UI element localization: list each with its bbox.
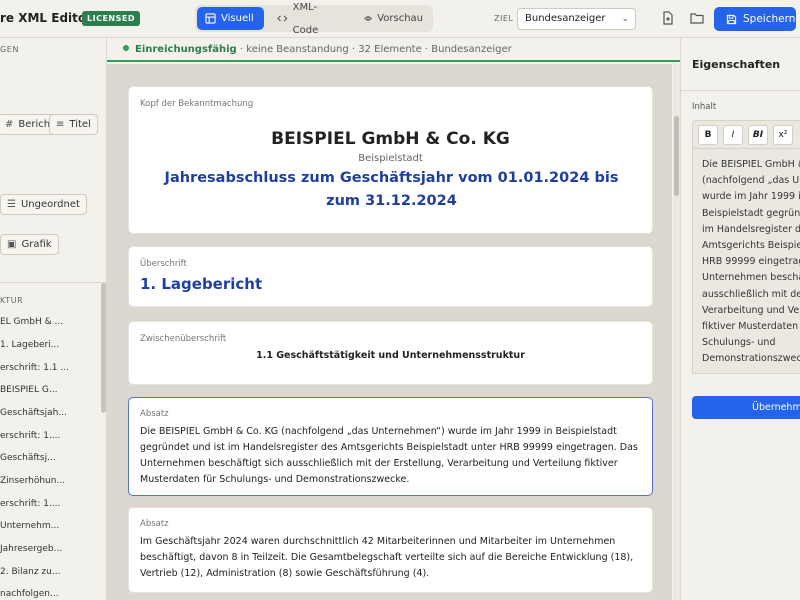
mode-xml-button[interactable]: XML-Code [269, 2, 349, 36]
subheading-text: 1.1 Geschäftstätigkeit und Unternehmenss… [256, 350, 525, 361]
tree-item[interactable]: Geschäftsjah... [0, 408, 100, 418]
tree-item[interactable]: 2. Bilanz zu... [0, 567, 100, 577]
new-file-icon[interactable] [660, 10, 676, 26]
company-city: Beispielstadt [358, 153, 423, 164]
add-graphic-button[interactable]: ▣ Grafik [0, 234, 59, 255]
paragraph-block-selected[interactable]: Absatz Die BEISPIEL GmbH & Co. KG (nachf… [128, 397, 653, 496]
add-unordered-list-label: Ungeordnet [20, 199, 80, 210]
editor-line: Beispielstadt gegrün [702, 207, 800, 219]
mode-preview-button[interactable]: Vorschau [356, 7, 431, 30]
open-folder-icon[interactable] [689, 10, 705, 26]
save-icon [726, 14, 737, 24]
editor-line: Schulungs- und [702, 337, 776, 349]
properties-divider [681, 90, 800, 91]
tree-item[interactable]: Jahresergeb... [0, 544, 100, 554]
tree-item[interactable]: erschrift: 1.1 ... [0, 363, 100, 373]
sidebar-divider [0, 282, 106, 283]
top-bar: re XML Editor LICENSED Visuell XML-Code … [0, 0, 800, 38]
layout-icon [205, 13, 216, 24]
add-unordered-list-button[interactable]: ☰ Ungeordnet [0, 194, 87, 215]
editor-line: wurde im Jahr 1999 in [702, 191, 800, 203]
editor-line: (nachfolgend „das Un [702, 175, 800, 187]
tree-item[interactable]: nachfolgen... [0, 589, 100, 599]
target-select-value: Bundesanzeiger [525, 13, 606, 24]
paragraph-block-label: Absatz [140, 409, 169, 419]
status-details: · keine Beanstandung · 32 Elemente · Bun… [236, 44, 512, 55]
heading-block-label: Überschrift [140, 259, 187, 269]
tree-item[interactable]: erschrift: 1.... [0, 499, 100, 509]
tree-item[interactable]: Geschäftsj... [0, 453, 100, 463]
tree-item[interactable]: Unternehm... [0, 521, 100, 531]
editor-line: im Handelsregister de [702, 223, 800, 235]
hash-icon: # [5, 119, 14, 130]
tree-item[interactable]: 1. Lageberi... [0, 340, 100, 350]
status-state: Einreichungsfähig [135, 44, 237, 55]
chevron-down-icon: ⌄ [621, 14, 629, 24]
canvas-scrollbar[interactable] [673, 64, 680, 600]
mode-visual-button[interactable]: Visuell [197, 7, 264, 30]
elements-section-label: GEN [0, 45, 20, 54]
save-button[interactable]: Speichern [714, 7, 796, 31]
editor-line: Verarbeitung und Ver [702, 304, 800, 316]
status-ok-icon [123, 45, 129, 51]
left-sidebar: GEN # Bericht ≡ Titel ☰ Ungeordnet ▣ Gra… [0, 38, 107, 600]
editor-line: Unternehmen beschä [702, 272, 800, 284]
content-editor[interactable]: Die BEISPIEL GmbH & (nachfolgend „das Un… [692, 148, 800, 374]
code-icon [277, 15, 288, 22]
editor-line: Die BEISPIEL GmbH & [702, 159, 800, 170]
editor-line: Amtsgerichts Beispie [702, 240, 800, 252]
mode-xml-label: XML-Code [292, 1, 319, 36]
heading-text: 1. Lagebericht [140, 275, 263, 293]
eye-icon [364, 16, 373, 21]
app-title: re XML Editor [0, 11, 93, 25]
header-block[interactable]: Kopf der Bekanntmachung BEISPIEL GmbH & … [128, 86, 653, 234]
view-mode-switcher: Visuell XML-Code Vorschau [195, 2, 433, 36]
heading-block[interactable]: Überschrift 1. Lagebericht [128, 246, 653, 307]
editor-line: ausschließlich mit der [702, 288, 800, 300]
image-icon: ▣ [7, 239, 17, 250]
heading-icon: ≡ [56, 119, 65, 130]
list-icon: ☰ [7, 199, 16, 210]
document-canvas: Kopf der Bekanntmachung BEISPIEL GmbH & … [107, 64, 672, 600]
bold-button[interactable]: B [698, 125, 718, 145]
paragraph-block-label: Absatz [140, 519, 169, 529]
paragraph-block[interactable]: Absatz Im Geschäftsjahr 2024 waren durch… [128, 507, 653, 593]
tree-item[interactable]: EL GmbH & ... [0, 317, 100, 327]
paragraph-text: Im Geschäftsjahr 2024 waren durchschnitt… [140, 536, 634, 579]
italic-button[interactable]: I [723, 125, 743, 145]
sidebar-scrollbar[interactable] [101, 283, 106, 413]
mode-visual-label: Visuell [221, 13, 254, 24]
subheading-block[interactable]: Zwischenüberschrift 1.1 Geschäftstätigke… [128, 321, 653, 385]
format-toolbar: B I BI x² [692, 120, 800, 148]
add-title-button[interactable]: ≡ Titel [49, 114, 98, 135]
tree-item[interactable]: BEISPIEL G... [0, 385, 100, 395]
editor-line: Demonstrationszwec [702, 353, 800, 365]
structure-section-label: KTUR [0, 296, 24, 305]
validation-status-bar: Einreichungsfähig · keine Beanstandung ·… [107, 38, 680, 62]
document-title: Jahresabschluss zum Geschäftsjahr vom 01… [164, 170, 619, 209]
save-label: Speichern [743, 13, 796, 25]
bold-italic-button[interactable]: BI [748, 125, 768, 145]
add-graphic-label: Grafik [21, 239, 52, 250]
editor-line: fiktiver Musterdaten f [702, 321, 800, 333]
canvas-scroll-thumb[interactable] [674, 116, 679, 196]
content-label: Inhalt [692, 102, 717, 112]
tree-item[interactable]: erschrift: 1.... [0, 431, 100, 441]
subheading-block-label: Zwischenüberschrift [140, 334, 227, 344]
tree-item[interactable]: Zinserhöhun... [0, 476, 100, 486]
properties-title: Eigenschaften [692, 58, 781, 71]
superscript-button[interactable]: x² [773, 125, 793, 145]
add-title-label: Titel [69, 119, 91, 130]
paragraph-text: Die BEISPIEL GmbH & Co. KG (nachfolgend … [140, 426, 638, 485]
header-block-label: Kopf der Bekanntmachung [140, 99, 254, 109]
apply-button[interactable]: Übernehm [692, 396, 800, 419]
editor-line: HRB 99999 eingetrag [702, 256, 800, 268]
target-select[interactable]: Bundesanzeiger ⌄ [517, 8, 636, 30]
company-name: BEISPIEL GmbH & Co. KG [271, 129, 510, 149]
properties-panel: Eigenschaften Inhalt B I BI x² Die BEISP… [680, 38, 800, 600]
target-label: ZIEL [494, 14, 514, 23]
mode-preview-label: Vorschau [377, 13, 423, 24]
license-badge: LICENSED [82, 11, 140, 26]
